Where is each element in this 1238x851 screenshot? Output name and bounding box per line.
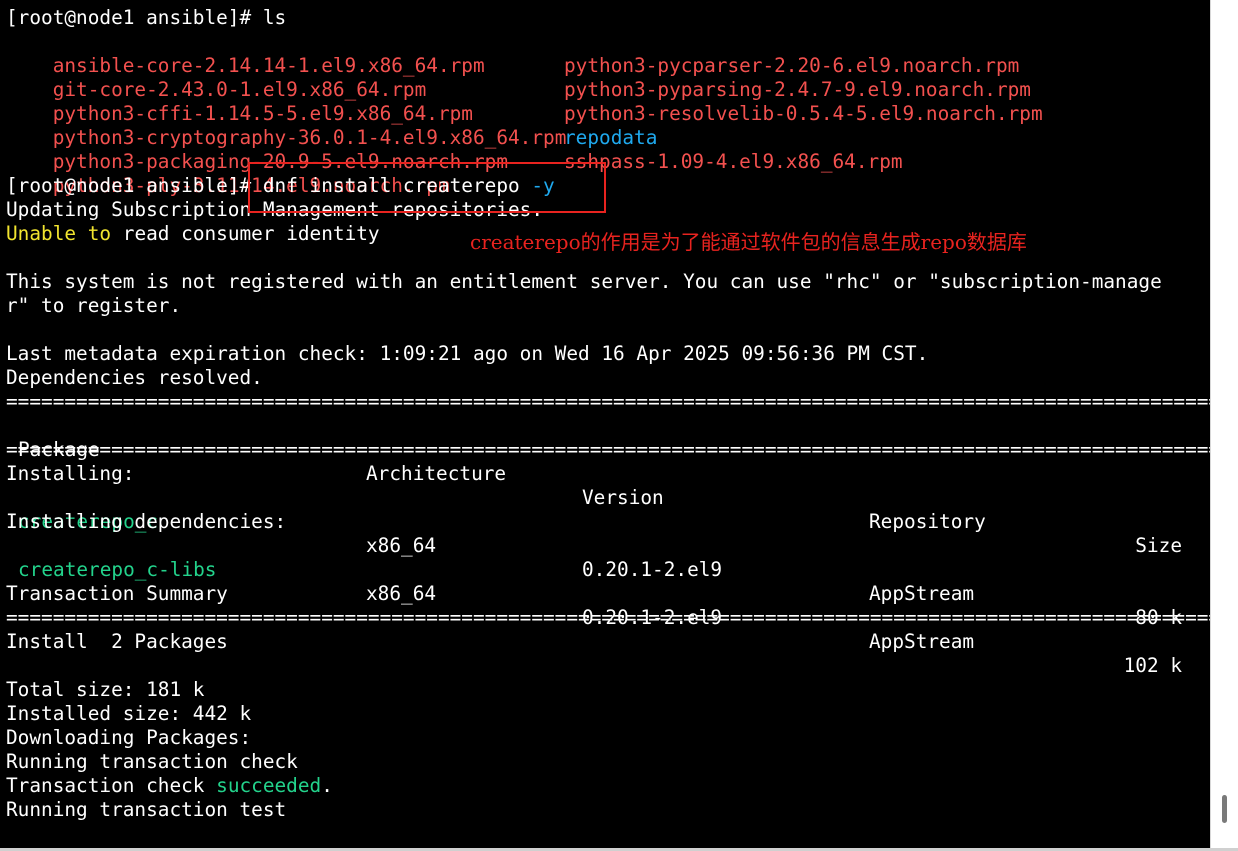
warning-line: Unable to read consumer identity [6,222,380,246]
output-line: Install 2 Packages [6,630,228,653]
vertical-scrollbar[interactable] [1210,0,1238,851]
warning-word: to [87,222,112,245]
separator-line: ========================================… [6,390,1210,413]
rpm-file: sshpass-1.09-4.el9.x86_64.rpm [564,150,903,173]
package-name: createrepo_c-libs [18,558,217,581]
header-architecture: Architecture [366,462,507,485]
output-line: Running transaction check [6,750,298,773]
annotation-note: createrepo的作用是为了能通过软件包的信息生成repo数据库 [470,230,1027,254]
ls-row: ansible-core-2.14.14-1.el9.x86_64.rpm pyt… [6,30,1020,77]
output-line: Transaction check succeeded. [6,774,333,798]
shell-prompt: [root@node1 ansible]# [6,174,263,197]
separator-line: ========================================… [6,438,1210,461]
output-text: read consumer identity [111,222,380,245]
output-line: Downloading Packages: [6,726,252,749]
table-header: Package Architecture Version Repository … [6,414,1196,557]
ls-row: python3-packaging-20.9-5.el9.noarch.rpm s… [6,126,903,173]
output-line: Transaction Summary [6,582,228,605]
output-line: Updating Subscription Management reposit… [6,198,544,221]
ls-row: python3-cffi-1.14.5-5.el9.x86_64.rpm pyth… [6,78,1043,125]
table-row: createrepo_c x86_64 0.20.1-2.el9 AppStre… [6,486,1196,629]
output-line: Total size: 181 k [6,678,205,701]
package-repo: AppStream [869,630,975,653]
header-repository: Repository [869,510,986,533]
command-line-ls: [root@node1 ansible]# ls [6,6,286,30]
rpm-file: python3-resolvelib-0.5.4-5.el9.noarch.rp… [564,102,1043,125]
section-label: Installing: [6,462,135,485]
table-row: createrepo_c-libs x86_64 0.20.1-2.el9 Ap… [6,534,1196,677]
ls-row: python3-cryptography-36.0.1-4.el9.x86_64… [6,102,658,149]
output-line: This system is not registered with an en… [6,270,1162,293]
scrollbar-thumb[interactable] [1222,795,1227,823]
terminal-window[interactable]: [root@node1 ansible]# ls ansible-core-2.… [0,0,1210,851]
rpm-file: python3-pycparser-2.20-6.el9.noarch.rpm [564,54,1020,77]
command-text: dnf install createrepo [262,174,532,197]
package-size: 102 k [1123,654,1182,677]
output-line: Running transaction test [6,798,287,821]
warning-word: Unable [6,222,77,245]
ls-row: git-core-2.43.0-1.el9.x86_64.rpm python3-… [6,54,1031,101]
package-arch: x86_64 [366,582,437,605]
directory-repodata: repodata [564,126,658,149]
separator-line: ========================================… [6,606,1210,629]
output-line: r" to register. [6,294,182,317]
output-line: Last metadata expiration check: 1:09:21 … [6,342,929,365]
ls-row: python3-ply-3.11-14.el9.noarch.rpm [6,150,450,197]
output-line: Installed size: 442 k [6,702,252,725]
command-line-dnf: [root@node1 ansible]# dnf install create… [6,174,555,198]
rpm-file: python3-pyparsing-2.4.7-9.el9.noarch.rpm [564,78,1031,101]
section-label: Installing dependencies: [6,510,287,533]
output-text: Transaction check [6,774,217,797]
shell-prompt: [root@node1 ansible]# [6,6,263,29]
output-text: . [321,774,333,797]
output-line: Dependencies resolved. [6,366,263,389]
package-repo: AppStream [869,582,975,605]
status-succeeded: succeeded [216,774,322,797]
command-text: ls [262,6,287,29]
package-version: 0.20.1-2.el9 [582,558,723,581]
command-flag: -y [531,174,555,197]
